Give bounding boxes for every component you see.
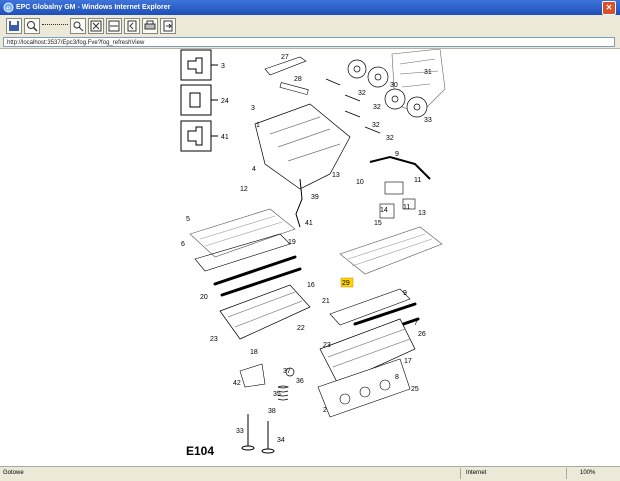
callout: 26 — [418, 331, 426, 338]
callout: 20 — [200, 294, 208, 301]
valves — [241, 414, 275, 454]
camshaft-sprockets — [347, 59, 428, 118]
title-bar: e EPC Globalny GM - Windows Internet Exp… — [0, 0, 620, 15]
callout: 36 — [296, 378, 304, 385]
print-button[interactable] — [142, 18, 158, 34]
callout: 25 — [411, 386, 419, 393]
export-icon — [163, 20, 173, 32]
callout: 32 — [386, 135, 394, 142]
callout: 19 — [288, 239, 296, 246]
callout: 16 — [307, 282, 315, 289]
close-button[interactable]: ✕ — [602, 1, 616, 15]
diagram-code: E104 — [186, 444, 215, 458]
fit-width-button[interactable] — [106, 18, 122, 34]
callout: 3 — [251, 105, 255, 112]
part-28 — [279, 82, 309, 95]
status-divider — [566, 468, 567, 479]
engine-exploded-diagram: 3 24 41 27 28 31 30 32 32 32 32 33 3 1 9… — [180, 48, 446, 454]
security-zone: Internet — [466, 470, 487, 476]
callout: 13 — [418, 210, 426, 217]
bolt-label-24: 24 — [221, 98, 229, 105]
save-icon — [9, 21, 19, 31]
fit-page-button[interactable] — [88, 18, 104, 34]
diagram-canvas: 3 24 41 27 28 31 30 32 32 32 32 33 3 1 9… — [0, 48, 620, 466]
zoom-slider[interactable] — [42, 24, 68, 27]
part-42 — [239, 363, 266, 388]
callout: 32 — [372, 122, 380, 129]
callout: 33 — [424, 117, 432, 124]
callout: 9 — [395, 151, 399, 158]
callout: 33 — [236, 428, 244, 435]
svg-text:e: e — [6, 4, 11, 13]
status-divider — [460, 468, 461, 479]
bolt-box-41[interactable]: 41 — [180, 120, 229, 152]
callout: 17 — [404, 358, 412, 365]
address-bar: http://localhost:3537/Epc3/fog.Fve?fog_r… — [0, 36, 620, 49]
export-button[interactable] — [160, 18, 176, 34]
callout: 39 — [311, 194, 319, 201]
callout: 35 — [273, 391, 281, 398]
zoom-slider-icon — [73, 21, 84, 32]
callout: 34 — [277, 437, 285, 444]
bolt-box-3[interactable]: 3 — [180, 49, 225, 81]
bolt-label-3: 3 — [221, 63, 225, 70]
callout: 30 — [390, 82, 398, 89]
bolt-label-41: 41 — [221, 134, 229, 141]
url-field[interactable]: http://localhost:3537/Epc3/fog.Fve?fog_r… — [3, 37, 615, 47]
zoom-in-icon — [27, 21, 38, 32]
callout: 2 — [323, 407, 327, 414]
callout: 12 — [240, 186, 248, 193]
callout: 4 — [252, 166, 256, 173]
callout: 14 — [380, 207, 388, 214]
callout: 8 — [395, 374, 399, 381]
fit-width-icon — [108, 20, 120, 32]
callout: 7 — [414, 320, 418, 327]
callout: 23 — [210, 336, 218, 343]
callout: 42 — [233, 380, 241, 387]
callout: 28 — [294, 76, 302, 83]
prev-page-icon — [127, 20, 137, 32]
status-text: Gotowe — [3, 470, 24, 476]
save-button[interactable] — [6, 18, 22, 34]
bolt-box-24[interactable]: 24 — [180, 84, 229, 116]
cylinder-head-left — [189, 208, 296, 258]
callout: 31 — [424, 69, 432, 76]
callout: 15 — [374, 220, 382, 227]
callout: 11 — [414, 177, 421, 184]
callout: 29 — [342, 280, 350, 287]
callout: 37 — [283, 368, 291, 375]
prev-page-button[interactable] — [124, 18, 140, 34]
callout: 5 — [186, 216, 190, 223]
ie-logo-icon: e — [3, 2, 14, 13]
callout: 23 — [323, 342, 331, 349]
callout: 10 — [356, 179, 364, 186]
zoom-level[interactable]: 100% — [580, 470, 595, 476]
viewer-toolbar — [0, 15, 620, 37]
coolant-pipe — [369, 155, 431, 180]
callout: 11 — [403, 204, 410, 211]
callout: 1 — [256, 122, 260, 129]
cylinder-head-right — [339, 226, 443, 275]
zoom-tool-button[interactable] — [70, 18, 86, 34]
fit-page-icon — [90, 20, 102, 32]
callout: 6 — [181, 241, 185, 248]
callout: 21 — [322, 298, 330, 305]
callout: 13 — [332, 172, 340, 179]
callout: 38 — [268, 408, 276, 415]
callout: 32 — [358, 90, 366, 97]
callout: 27 — [281, 54, 289, 61]
status-bar: Gotowe Internet 100% — [0, 466, 620, 481]
callout: 22 — [297, 325, 305, 332]
print-icon — [144, 20, 156, 30]
window-title: EPC Globalny GM - Windows Internet Explo… — [16, 4, 171, 11]
zoom-in-button[interactable] — [24, 18, 40, 34]
callout: 32 — [373, 104, 381, 111]
callout: 9 — [403, 290, 407, 297]
callout: 41 — [305, 220, 313, 227]
callout: 18 — [250, 349, 258, 356]
